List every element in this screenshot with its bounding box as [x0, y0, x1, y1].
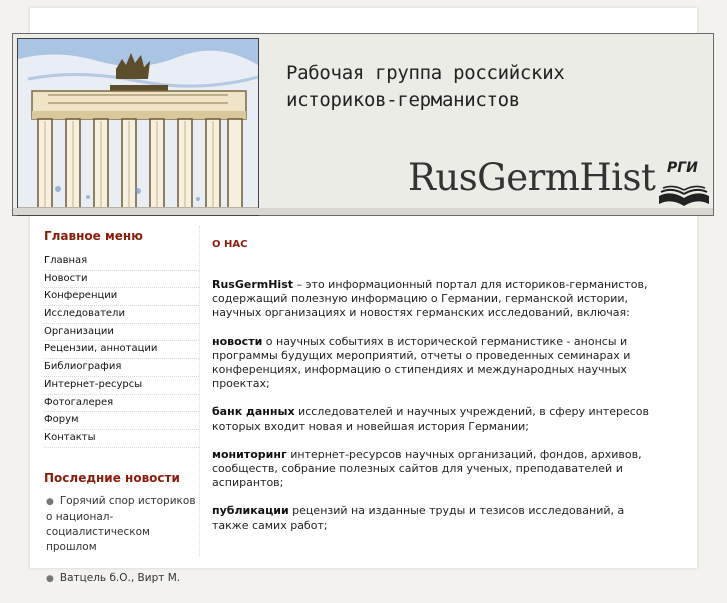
- bullet-icon: ●: [46, 496, 54, 507]
- news-item-text[interactable]: Ватцель б.О., Вирт М.: [60, 572, 180, 584]
- menu-item-forum[interactable]: Форум: [44, 412, 199, 430]
- paragraph-keyword: новости: [212, 334, 263, 348]
- column-divider: [199, 226, 200, 556]
- menu-item-reviews[interactable]: Рецензии, аннотации: [44, 341, 199, 360]
- menu-item-home[interactable]: Главная: [44, 253, 199, 271]
- latest-news-list: ● Горячий спор историков о национал-социа…: [44, 494, 199, 587]
- content-paragraph: RusGermHist – это информационный портал …: [212, 278, 662, 321]
- header-bottom-band: [13, 208, 713, 215]
- brandenburg-gate-image: [17, 38, 259, 216]
- menu-item-contacts[interactable]: Контакты: [44, 430, 199, 448]
- paragraph-text: о научных событиях в исторической герман…: [212, 334, 631, 391]
- content-paragraph: публикации рецензий на изданные труды и …: [212, 504, 662, 532]
- menu-item-researchers[interactable]: Исследователи: [44, 306, 199, 324]
- news-item[interactable]: ● Ватцель б.О., Вирт М.: [44, 571, 199, 587]
- bullet-icon: ●: [46, 573, 54, 584]
- menu-item-conferences[interactable]: Конференции: [44, 288, 199, 307]
- logo-badge: РГИ: [667, 160, 698, 176]
- latest-news-title: Последние новости: [44, 470, 180, 485]
- content-paragraph: новости о научных событиях в историческо…: [212, 335, 662, 392]
- menu-item-internet-resources[interactable]: Интернет-ресурсы: [44, 377, 199, 395]
- site-header: Рабочая группа российских историков-герм…: [12, 33, 714, 216]
- site-title-line1: Рабочая группа российских: [286, 62, 565, 84]
- paragraph-keyword: публикации: [212, 504, 289, 518]
- paragraph-keyword: банк данных: [212, 405, 295, 419]
- menu-item-photo-gallery[interactable]: Фотогалерея: [44, 395, 199, 413]
- site-title: Рабочая группа российских историков-герм…: [286, 60, 646, 114]
- menu-item-organizations[interactable]: Организации: [44, 324, 199, 342]
- news-item-text[interactable]: Горячий спор историков о национал-социал…: [46, 495, 196, 553]
- logo-text[interactable]: RusGermHist: [408, 156, 656, 199]
- main-content: О НАС RusGermHist – это информационный п…: [212, 238, 662, 547]
- main-menu: Главная Новости Конференции Исследовател…: [44, 253, 199, 448]
- site-title-line2: историков-германистов: [286, 89, 520, 111]
- menu-item-news[interactable]: Новости: [44, 271, 199, 289]
- news-item[interactable]: ● Горячий спор историков о национал-социа…: [44, 494, 199, 555]
- menu-item-bibliography[interactable]: Библиография: [44, 359, 199, 377]
- sidebar: Главное меню Главная Новости Конференции…: [44, 228, 199, 603]
- main-menu-title: Главное меню: [44, 229, 143, 243]
- paragraph-keyword: мониторинг: [212, 447, 287, 461]
- content-paragraph: мониторинг интернет-ресурсов научных орг…: [212, 448, 662, 491]
- page-title: О НАС: [212, 239, 248, 250]
- content-paragraph: банк данных исследователей и научных учр…: [212, 405, 662, 433]
- paragraph-keyword: RusGermHist: [212, 278, 294, 291]
